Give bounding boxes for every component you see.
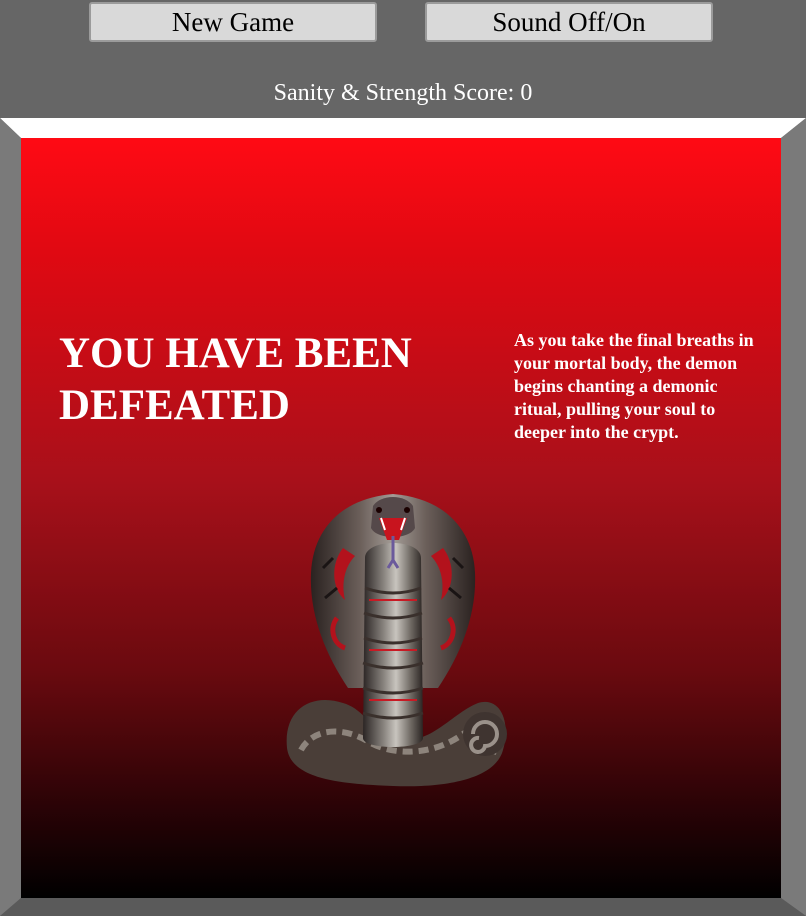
new-game-button[interactable]: New Game	[89, 2, 377, 42]
story-text: As you take the final breaths in your mo…	[514, 330, 754, 442]
sound-toggle-button[interactable]: Sound Off/On	[425, 2, 713, 42]
score-display: Sanity & Strength Score: 0	[273, 80, 533, 106]
cobra-statue-image	[286, 494, 507, 787]
game-page: New Game Sound Off/On Sanity & Strength …	[0, 0, 806, 916]
game-frame: YOU HAVE BEEN DEFEATED As you take the f…	[0, 118, 806, 916]
game-stage: YOU HAVE BEEN DEFEATED As you take the f…	[21, 138, 781, 898]
defeat-title: YOU HAVE BEEN DEFEATED	[59, 330, 412, 429]
